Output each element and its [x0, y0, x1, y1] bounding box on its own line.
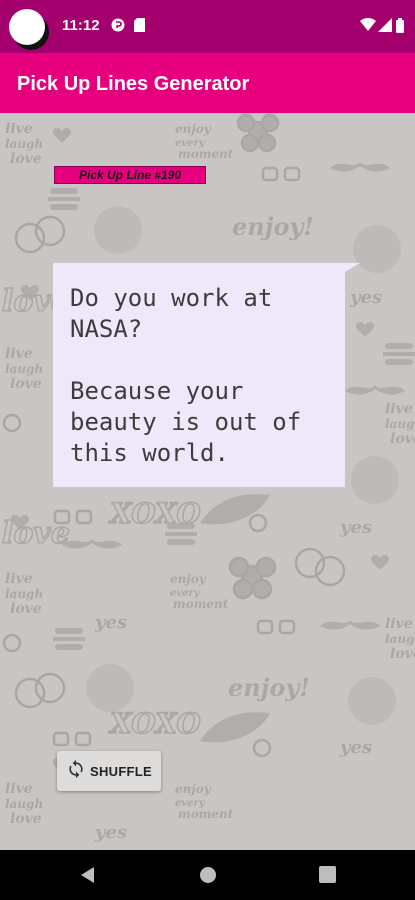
- svg-text:love: love: [2, 516, 70, 551]
- svg-text:love: love: [390, 646, 415, 662]
- back-icon[interactable]: [79, 866, 95, 889]
- shuffle-label: SHUFFLE: [89, 763, 153, 779]
- svg-text:love: love: [10, 601, 42, 617]
- svg-text:live: live: [5, 781, 33, 797]
- svg-text:laugh: laugh: [385, 417, 415, 431]
- svg-text:love: love: [10, 376, 42, 392]
- navigation-bar: [0, 850, 415, 900]
- svg-text:live: live: [385, 401, 413, 417]
- svg-text:enjoy: enjoy: [175, 782, 212, 796]
- recents-icon[interactable]: [319, 866, 336, 888]
- svg-text:moment: moment: [178, 807, 234, 821]
- shuffle-button[interactable]: SHUFFLE: [57, 751, 161, 791]
- signal-icon: [378, 16, 392, 34]
- svg-text:laugh: laugh: [5, 362, 43, 376]
- svg-text:XOXO: XOXO: [108, 497, 201, 530]
- wifi-icon: [360, 16, 376, 34]
- sync-icon: [111, 16, 125, 34]
- svg-text:live: live: [5, 346, 33, 362]
- svg-text:live: live: [5, 571, 33, 587]
- svg-text:XOXO: XOXO: [108, 707, 201, 740]
- avatar-circle-icon: [9, 9, 45, 45]
- svg-text:moment: moment: [173, 597, 229, 611]
- svg-text:live: live: [385, 616, 413, 632]
- svg-text:yes: yes: [339, 517, 372, 538]
- svg-text:yes: yes: [94, 822, 127, 843]
- svg-text:love: love: [10, 811, 42, 827]
- svg-text:love: love: [10, 151, 42, 167]
- svg-text:yes: yes: [339, 737, 372, 758]
- app-title: Pick Up Lines Generator: [17, 73, 250, 95]
- svg-text:laugh: laugh: [5, 587, 43, 601]
- svg-text:yes: yes: [94, 612, 127, 633]
- line-number-label: Pick Up Line #190: [78, 168, 182, 182]
- bubble-tail: [340, 263, 360, 275]
- svg-text:enjoy!: enjoy!: [228, 673, 310, 702]
- svg-text:enjoy: enjoy: [175, 122, 212, 136]
- svg-text:moment: moment: [178, 147, 234, 161]
- home-icon[interactable]: [199, 866, 217, 889]
- svg-text:live: live: [5, 121, 33, 137]
- svg-text:enjoy: enjoy: [170, 572, 207, 586]
- svg-text:laugh: laugh: [5, 137, 43, 151]
- line-number-tag: Pick Up Line #190: [54, 166, 206, 184]
- pickup-line-text: Do you work at NASA? Because your beauty…: [70, 284, 302, 467]
- svg-text:yes: yes: [349, 287, 382, 308]
- battery-icon: [396, 16, 404, 34]
- svg-text:enjoy!: enjoy!: [232, 212, 314, 241]
- status-time: 11:12: [62, 17, 100, 34]
- shuffle-refresh-icon: [66, 759, 86, 784]
- sim-card-icon: [134, 16, 145, 34]
- svg-text:laugh: laugh: [385, 632, 415, 646]
- svg-text:love: love: [390, 431, 415, 447]
- svg-text:laugh: laugh: [5, 797, 43, 811]
- status-bar: 11:12: [0, 0, 415, 53]
